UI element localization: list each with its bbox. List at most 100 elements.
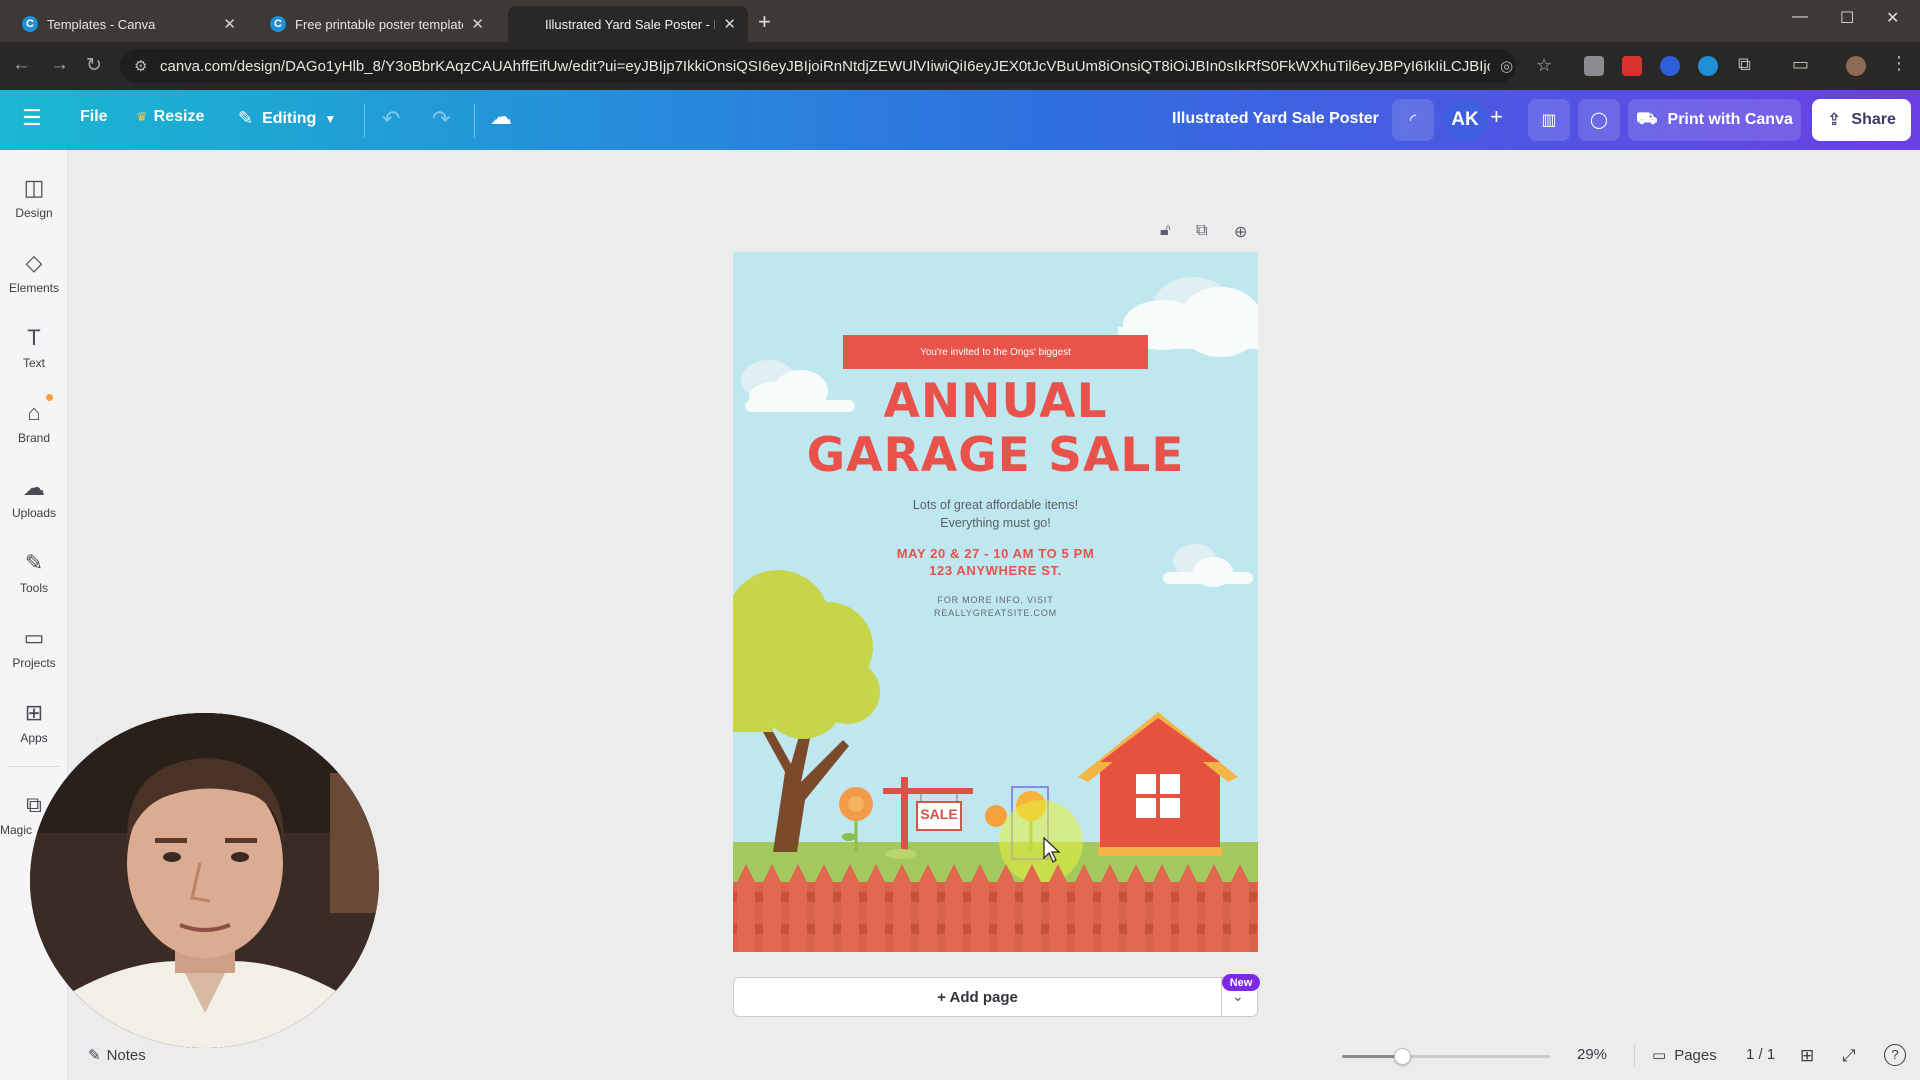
fence-picket bbox=[763, 864, 781, 952]
share-button[interactable]: ⇪ Share bbox=[1812, 99, 1911, 141]
sidebar-item-label: Tools bbox=[19, 581, 48, 595]
notes-icon: ✎ bbox=[88, 1047, 101, 1064]
notes-button[interactable]: ✎ Notes bbox=[88, 1046, 146, 1064]
close-tab-icon[interactable]: ✕ bbox=[471, 15, 484, 33]
browser-tab-free-poster-templates[interactable]: C Free printable poster templates ✕ bbox=[258, 6, 496, 42]
grid-view-icon[interactable]: ⊞ bbox=[1800, 1046, 1814, 1066]
sidebar-item-projects[interactable]: ▭ Projects bbox=[0, 624, 68, 670]
zoom-percentage[interactable]: 29% bbox=[1577, 1046, 1607, 1063]
minimize-window-icon[interactable]: — bbox=[1792, 8, 1808, 26]
site-settings-icon[interactable]: ⚙ bbox=[134, 57, 147, 75]
projects-icon: ▭ bbox=[23, 625, 45, 650]
editing-mode-dropdown[interactable]: ✎ Editing ▼ bbox=[238, 108, 336, 129]
tab-title: Free printable poster templates bbox=[295, 16, 464, 32]
insights-chart-icon[interactable]: ▥ bbox=[1528, 99, 1570, 141]
extension-icon[interactable] bbox=[1622, 56, 1642, 76]
zoom-slider-fill bbox=[1342, 1055, 1402, 1058]
sidebar-item-label: Projects bbox=[12, 656, 56, 670]
add-page-bar: + Add page ⌄ bbox=[733, 977, 1258, 1017]
loading-spinner-icon: ◜ bbox=[1392, 99, 1434, 141]
sidebar-item-label: Uploads bbox=[11, 506, 57, 520]
add-page-above-icon[interactable]: ⊕ bbox=[1234, 222, 1247, 242]
fence-picket bbox=[1101, 864, 1119, 952]
notes-label: Notes bbox=[106, 1047, 146, 1064]
truck-icon: ⛟ bbox=[1636, 109, 1658, 128]
file-menu-button[interactable]: File bbox=[80, 108, 108, 126]
extension-icon[interactable] bbox=[1584, 56, 1604, 76]
main-menu-icon[interactable]: ☰ bbox=[22, 105, 42, 131]
print-with-canva-button[interactable]: ⛟ Print with Canva bbox=[1628, 99, 1801, 141]
sidebar-item-apps[interactable]: ⊞ Apps bbox=[0, 699, 68, 745]
yard-illustration bbox=[733, 570, 1258, 952]
close-tab-icon[interactable]: ✕ bbox=[223, 15, 236, 33]
fence-picket bbox=[971, 864, 989, 952]
sidebar-item-design[interactable]: ◫ Design bbox=[0, 174, 68, 220]
webcam-overlay bbox=[30, 713, 379, 1048]
close-tab-icon[interactable]: ✕ bbox=[723, 15, 736, 33]
forward-icon[interactable]: → bbox=[50, 54, 69, 76]
reload-icon[interactable]: ↻ bbox=[86, 54, 102, 77]
side-panel-icon[interactable]: ▭ bbox=[1792, 54, 1809, 75]
collaborator-avatar[interactable]: AK bbox=[1444, 99, 1486, 141]
undo-icon[interactable]: ↶ bbox=[382, 106, 400, 132]
zoom-slider[interactable] bbox=[1342, 1048, 1550, 1065]
bottom-bar: ✎ Notes 29% ▭ Pages 1 / 1 ⊞ ⤢ ? bbox=[68, 1030, 1920, 1080]
pages-label: Pages bbox=[1674, 1047, 1717, 1064]
sidebar-item-brand[interactable]: ⌂ Brand bbox=[0, 399, 68, 445]
help-icon[interactable]: ? bbox=[1884, 1044, 1906, 1066]
add-page-button[interactable]: + Add page bbox=[734, 978, 1221, 1016]
url-text: canva.com/design/DAGo1yHlb_8/Y3oBbrKAqzC… bbox=[160, 58, 1490, 75]
resize-button[interactable]: ♛ Resize bbox=[136, 108, 204, 126]
fullscreen-icon[interactable]: ⤢ bbox=[1842, 1046, 1856, 1066]
uploads-icon: ☁ bbox=[23, 475, 45, 500]
tools-icon: ✎ bbox=[24, 550, 44, 575]
url-field[interactable]: ⚙ canva.com/design/DAGo1yHlb_8/Y3oBbrKAq… bbox=[120, 49, 1516, 83]
fence-picket bbox=[1179, 864, 1197, 952]
fence-picket bbox=[789, 864, 807, 952]
lock-page-icon[interactable]: 🔓︎ bbox=[1160, 222, 1170, 240]
brand-icon: ⌂ bbox=[27, 400, 41, 425]
fence-picket bbox=[1023, 864, 1041, 952]
sidebar-item-label: Design bbox=[15, 206, 53, 220]
comments-icon[interactable]: ◯ bbox=[1578, 99, 1620, 141]
elements-icon: ◇ bbox=[25, 250, 43, 275]
close-window-icon[interactable]: ✕ bbox=[1886, 8, 1899, 28]
browser-tab-templates[interactable]: C Templates - Canva ✕ bbox=[10, 6, 248, 42]
sidebar-item-uploads[interactable]: ☁ Uploads bbox=[0, 474, 68, 520]
design-icon: ◫ bbox=[23, 175, 45, 200]
house-illustration bbox=[1078, 712, 1238, 856]
pencil-icon: ✎ bbox=[238, 108, 254, 128]
sidebar-item-text[interactable]: T Text bbox=[0, 324, 68, 370]
document-title[interactable]: Illustrated Yard Sale Poster bbox=[1172, 110, 1379, 128]
fence-picket bbox=[867, 864, 885, 952]
browser-tab-yard-sale-poster[interactable]: C Illustrated Yard Sale Poster - Po ✕ bbox=[508, 6, 748, 42]
zoom-slider-handle[interactable] bbox=[1394, 1048, 1411, 1065]
duplicate-page-icon[interactable]: ⧉ bbox=[1196, 222, 1207, 240]
chevron-down-icon: ▼ bbox=[324, 111, 337, 126]
sidebar-item-elements[interactable]: ◇ Elements bbox=[0, 249, 68, 295]
bookmark-star-icon[interactable]: ☆ bbox=[1536, 55, 1552, 76]
sale-sign-text: SALE bbox=[920, 806, 958, 822]
cloud-save-icon[interactable]: ☁ bbox=[490, 104, 512, 130]
extensions-puzzle-icon[interactable]: ⧉ bbox=[1738, 54, 1751, 75]
fence-picket bbox=[1205, 864, 1223, 952]
back-icon[interactable]: ← bbox=[12, 54, 31, 76]
profile-avatar[interactable] bbox=[1846, 56, 1866, 76]
eye-off-icon[interactable]: ◎ bbox=[1500, 57, 1513, 75]
pages-button[interactable]: ▭ Pages bbox=[1652, 1046, 1717, 1064]
canva-favicon-icon: C bbox=[270, 16, 286, 32]
redo-icon[interactable]: ↷ bbox=[432, 106, 450, 132]
maximize-window-icon[interactable]: ☐ bbox=[1840, 8, 1854, 28]
sidebar-item-tools[interactable]: ✎ Tools bbox=[0, 549, 68, 595]
add-collaborator-icon[interactable]: + bbox=[1490, 104, 1503, 130]
extension-icon[interactable] bbox=[1660, 56, 1680, 76]
poster-canvas[interactable]: You're invited to the Ongs' biggest ANNU… bbox=[733, 252, 1258, 952]
page-count: 1 / 1 bbox=[1746, 1046, 1776, 1063]
apps-icon: ⊞ bbox=[24, 700, 44, 725]
extension-icon[interactable] bbox=[1698, 56, 1718, 76]
fence-picket bbox=[815, 864, 833, 952]
new-tab-button[interactable]: + bbox=[758, 9, 771, 35]
print-label: Print with Canva bbox=[1667, 111, 1793, 128]
browser-menu-icon[interactable]: ⋮ bbox=[1890, 53, 1908, 74]
bottom-divider bbox=[1634, 1044, 1635, 1066]
